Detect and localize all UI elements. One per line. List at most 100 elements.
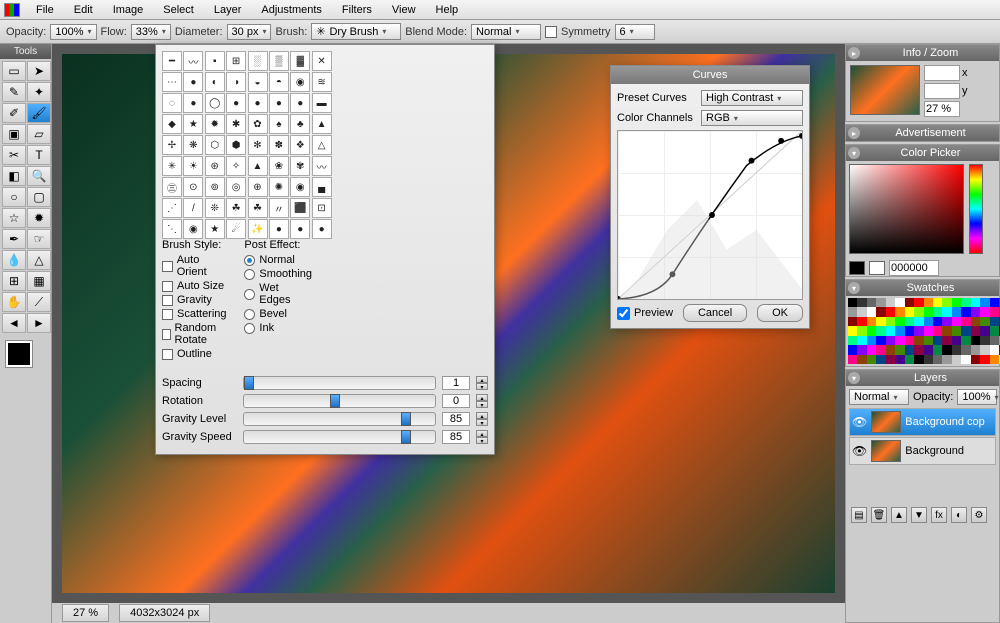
swatch[interactable] <box>990 336 999 345</box>
tool-stamp[interactable]: ▦ <box>27 271 51 291</box>
swatch[interactable] <box>990 345 999 354</box>
swatch[interactable] <box>924 307 933 316</box>
brush-preset[interactable]: ✨ <box>248 219 268 239</box>
brush-preset[interactable]: ◉ <box>290 177 310 197</box>
gs-down-button[interactable]: ▾ <box>476 437 488 444</box>
brush-preset[interactable]: ▒ <box>269 51 289 71</box>
swatch[interactable] <box>857 326 866 335</box>
brush-preset[interactable]: ░ <box>248 51 268 71</box>
brush-preset[interactable]: ♣ <box>290 114 310 134</box>
brush-preset[interactable]: ❋ <box>183 135 203 155</box>
swatch[interactable] <box>876 326 885 335</box>
brush-preset[interactable]: ☀ <box>183 156 203 176</box>
brush-preset[interactable]: ✱ <box>226 114 246 134</box>
tool-lasso[interactable]: ✎ <box>2 82 26 102</box>
swatch[interactable] <box>924 298 933 307</box>
swatch[interactable] <box>980 298 989 307</box>
swatch[interactable] <box>952 336 961 345</box>
swatch[interactable] <box>886 317 895 326</box>
color-field[interactable] <box>849 164 964 254</box>
collapse-icon[interactable]: ▾ <box>848 147 860 159</box>
swatch[interactable] <box>895 298 904 307</box>
hex-input[interactable] <box>889 260 939 276</box>
swatch[interactable] <box>905 298 914 307</box>
swatch[interactable] <box>886 307 895 316</box>
collapse-icon[interactable]: ▸ <box>848 127 860 139</box>
swatch[interactable] <box>942 298 951 307</box>
brush-preset[interactable]: ㊂ <box>162 177 182 197</box>
fx-layer-button[interactable]: fx <box>931 507 947 523</box>
swatch[interactable] <box>933 298 942 307</box>
brush-preset[interactable]: ◉ <box>290 72 310 92</box>
gl-down-button[interactable]: ▾ <box>476 419 488 426</box>
brush-preset[interactable]: ★ <box>183 114 203 134</box>
menu-filters[interactable]: Filters <box>332 4 382 16</box>
tool-clone[interactable]: ⊞ <box>2 271 26 291</box>
swatch[interactable] <box>980 345 989 354</box>
tool-text[interactable]: T <box>27 145 51 165</box>
swatch[interactable] <box>914 317 923 326</box>
brush-preset[interactable]: ▲ <box>248 156 268 176</box>
foreground-color-swatch[interactable] <box>6 341 32 367</box>
swatch[interactable] <box>905 326 914 335</box>
menu-layer[interactable]: Layer <box>204 4 252 16</box>
gravity-checkbox[interactable] <box>162 295 173 306</box>
brush-preset[interactable]: ◌ <box>162 93 182 113</box>
effect-wet-edges-radio[interactable] <box>244 289 255 300</box>
brush-preset[interactable]: / <box>183 198 203 218</box>
brush-preset[interactable]: ✢ <box>162 135 182 155</box>
swatch[interactable] <box>942 317 951 326</box>
swatch[interactable] <box>905 345 914 354</box>
swatch[interactable] <box>924 355 933 364</box>
brush-preset[interactable]: ✻ <box>248 135 268 155</box>
up-layer-button[interactable]: ▲ <box>891 507 907 523</box>
swatch[interactable] <box>905 336 914 345</box>
swatch[interactable] <box>961 355 970 364</box>
swatch[interactable] <box>895 336 904 345</box>
brush-preset[interactable]: ⬢ <box>226 135 246 155</box>
swatch[interactable] <box>933 345 942 354</box>
tool-eraser[interactable]: ▱ <box>27 124 51 144</box>
swatch[interactable] <box>933 326 942 335</box>
brush-preset[interactable]: ● <box>226 93 246 113</box>
gs-up-button[interactable]: ▴ <box>476 430 488 437</box>
swatch[interactable] <box>914 355 923 364</box>
spacing-down-button[interactable]: ▾ <box>476 383 488 390</box>
swatch[interactable] <box>990 298 999 307</box>
diameter-select[interactable]: 30 px <box>227 24 272 40</box>
effect-normal-radio[interactable] <box>244 255 255 266</box>
gravity-level-input[interactable] <box>442 412 470 426</box>
brush-preset[interactable]: ✽ <box>269 135 289 155</box>
gravity-level-slider[interactable] <box>243 412 436 426</box>
swatch[interactable] <box>933 355 942 364</box>
tool-next[interactable]: ► <box>27 313 51 333</box>
swatch[interactable] <box>886 355 895 364</box>
spacing-input[interactable] <box>442 376 470 390</box>
brush-preset[interactable]: ✹ <box>205 114 225 134</box>
brush-preset[interactable]: ◓ <box>269 72 289 92</box>
brush-preset[interactable]: 〃 <box>269 198 289 218</box>
swatch[interactable] <box>848 345 857 354</box>
menu-view[interactable]: View <box>382 4 426 16</box>
visibility-icon[interactable]: 👁 <box>852 415 867 429</box>
tool-wand[interactable]: ✦ <box>27 82 51 102</box>
swatch[interactable] <box>961 345 970 354</box>
tool-bucket[interactable]: ▣ <box>2 124 26 144</box>
info-x-input[interactable] <box>924 65 960 81</box>
brush-preset[interactable]: ⊞ <box>226 51 246 71</box>
new-layer-button[interactable]: ▤ <box>851 507 867 523</box>
tool-sharpen[interactable]: △ <box>27 250 51 270</box>
brush-preset[interactable]: ⊙ <box>183 177 203 197</box>
swatch[interactable] <box>971 355 980 364</box>
rotation-up-button[interactable]: ▴ <box>476 394 488 401</box>
swatch[interactable] <box>980 317 989 326</box>
collapse-icon[interactable]: ▾ <box>848 282 860 294</box>
swatch[interactable] <box>895 326 904 335</box>
swatch[interactable] <box>933 317 942 326</box>
auto-size-checkbox[interactable] <box>162 281 173 292</box>
swatch[interactable] <box>914 326 923 335</box>
effect-bevel-radio[interactable] <box>244 309 255 320</box>
brush-preset[interactable]: ≋ <box>312 72 332 92</box>
swatch[interactable] <box>857 317 866 326</box>
swatch[interactable] <box>942 345 951 354</box>
